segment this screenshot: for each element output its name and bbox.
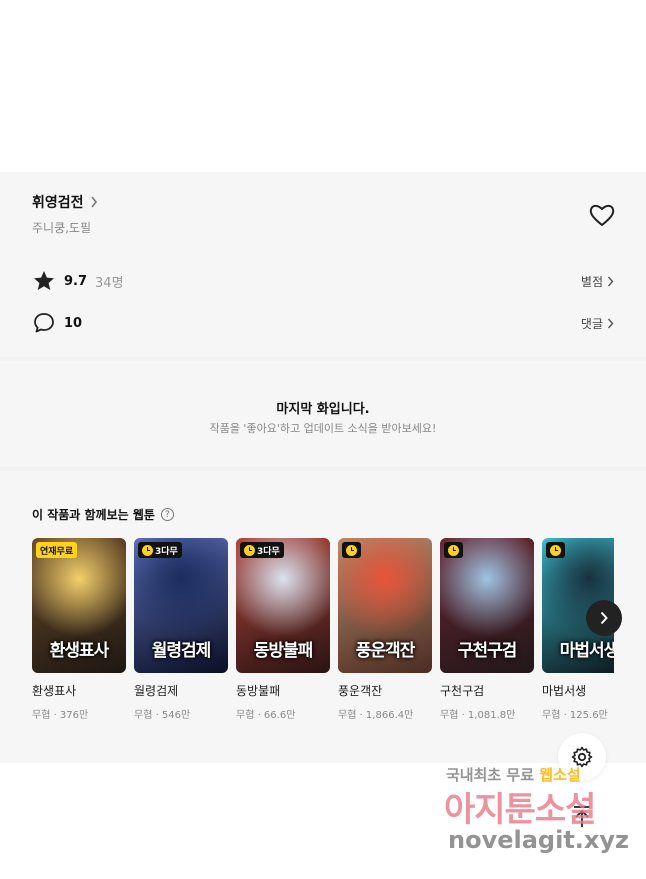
clock-icon [244,544,255,556]
recommendations-header: 이 작품과 함께보는 웹툰 ? [32,506,174,523]
cover-thumbnail: 구천구검 [440,538,534,673]
help-icon[interactable]: ? [160,508,174,521]
cover-title-text: 풍운객잔 [355,641,416,661]
cover-title-text: 동방불패 [253,641,314,661]
star-icon [34,271,54,290]
chevron-right-icon [90,196,97,208]
cover-title-text: 환생표사 [49,641,110,661]
last-episode-notice: 마지막 화입니다. 작품을 '좋아요'하고 업데이트 소식을 받아보세요! [0,361,646,467]
comment-row: 10 댓글 [32,311,614,335]
last-episode-subtitle: 작품을 '좋아요'하고 업데이트 소식을 받아보세요! [209,422,437,435]
recommendation-title: 마법서생 [542,684,587,698]
chevron-right-icon [600,611,608,625]
gear-icon [571,746,593,768]
rating-link-label: 별점 [580,274,603,289]
chevron-right-icon [607,276,614,286]
cover-thumbnail: 풍운객잔 [338,538,432,673]
cover-title-text: 월령검제 [151,641,212,661]
scroll-top-button[interactable] [565,800,599,834]
chevron-right-icon [607,318,614,328]
wait-free-badge: 3다무 [240,542,284,558]
cover-title-text: 구천구검 [457,641,518,661]
badge-label: 연재무료 [40,546,74,557]
rating-row: 9.7 34명 별점 [32,269,614,293]
recommendations-title: 이 작품과 함께보는 웹툰 [32,508,155,522]
watermark: 국내최초 무료 웹소설 아지툰소설 novelagit.xyz [440,762,640,862]
recommendation-meta: 무협 · 66.6만 [236,710,296,721]
recommendation-title: 동방불패 [236,684,281,698]
comment-link-label: 댓글 [580,316,603,331]
speech-bubble-icon [34,313,54,333]
cover-thumbnail: 3다무월령검제 [134,538,228,673]
recommendation-item[interactable]: 연재무료 환생표사 환생표사 무협 · 376만 [32,538,126,721]
recommendation-title: 월령검제 [134,684,179,698]
watermark-line3: novelagit.xyz [448,826,630,854]
series-title: 휘영검전 [32,195,84,211]
arrow-up-icon [574,806,590,827]
recommendation-item[interactable]: 풍운객잔 풍운객잔 무협 · 1,866.4만 [338,538,432,721]
cover-title-text: 마법서생 [559,641,614,661]
clock-icon [550,544,561,556]
recommendation-title: 환생표사 [32,684,77,698]
top-blank-area [0,0,646,172]
recommendation-meta: 무협 · 125.6만 [542,710,608,721]
clock-icon [448,544,459,556]
watermark-line1-a: 국내최초 무료 [446,766,535,784]
recommendation-title: 풍운객잔 [338,684,383,698]
comment-count: 10 [64,315,83,331]
badge-label: 3다무 [257,546,280,557]
badge-label: 3다무 [155,546,178,557]
recommendation-item[interactable]: 구천구검 구천구검 무협 · 1,081.8만 [440,538,534,721]
comment-link[interactable]: 댓글 [581,315,614,332]
settings-button[interactable] [558,733,606,781]
rating-value: 9.7 [64,273,88,289]
wait-free-badge [546,542,565,558]
recommendation-item[interactable]: 3다무 동방불패 동방불패 무협 · 66.6만 [236,538,330,721]
rating-count: 34명 [95,275,124,291]
wait-free-badge [444,542,463,558]
wait-free-badge [342,542,361,558]
recommendation-meta: 무협 · 1,081.8만 [440,710,516,721]
recommendations-carousel: 연재무료 환생표사 환생표사 무협 · 376만 3다무 월령검제 월령검제 무협 · 546… [32,538,614,728]
last-episode-title: 마지막 화입니다. [276,402,370,417]
free-badge: 연재무료 [36,542,78,558]
series-authors: 주니쿵,도필 [32,221,92,235]
clock-icon [346,544,357,556]
recommendation-item[interactable]: 3다무 월령검제 월령검제 무협 · 546만 [134,538,228,721]
rating-link[interactable]: 별점 [581,273,614,290]
series-info-card: 휘영검전 주니쿵,도필 9.7 34명 별점 10 댓글 [0,172,646,357]
recommendation-title: 구천구검 [440,684,485,698]
recommendation-meta: 무협 · 376만 [32,710,89,721]
clock-icon [142,544,153,556]
carousel-next-button[interactable] [586,600,622,636]
wait-free-badge: 3다무 [138,542,182,558]
recommendation-meta: 무협 · 1,866.4만 [338,710,414,721]
cover-thumbnail: 3다무동방불패 [236,538,330,673]
cover-thumbnail: 연재무료환생표사 [32,538,126,673]
series-title-link[interactable]: 휘영검전 [32,192,98,212]
heart-icon[interactable] [588,202,616,228]
recommendations-section: 이 작품과 함께보는 웹툰 ? 연재무료 환생표사 환생표사 무협 · 376만 3다무… [0,471,646,763]
recommendation-meta: 무협 · 546만 [134,710,191,721]
